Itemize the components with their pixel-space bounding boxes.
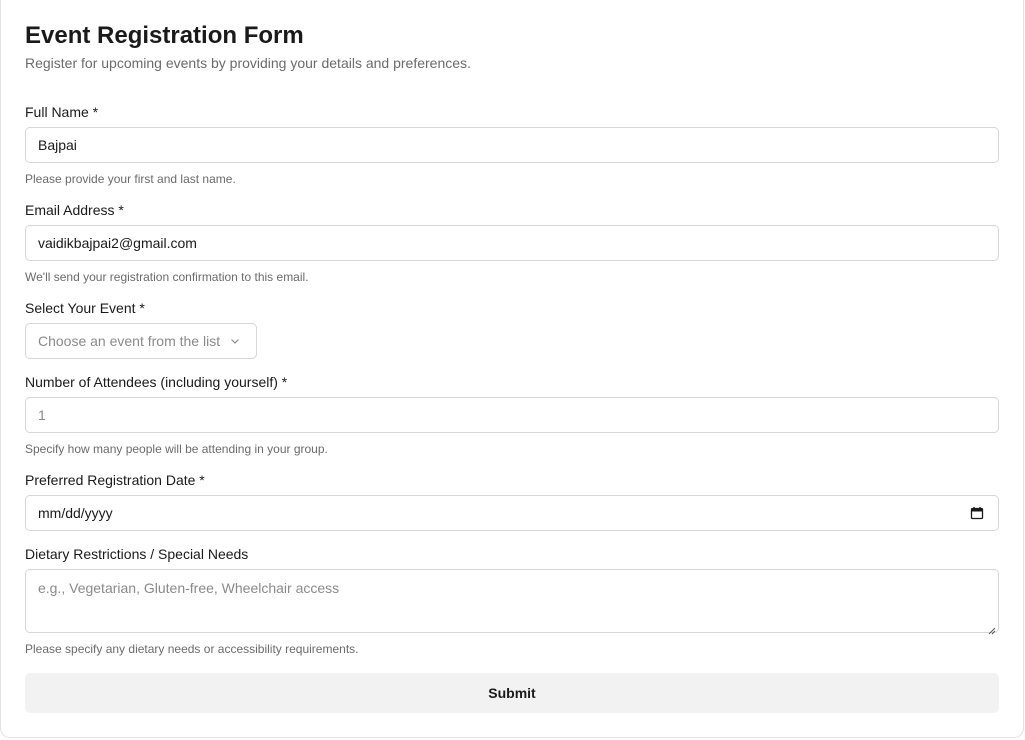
full-name-input[interactable]: Bajpai — [25, 127, 999, 163]
full-name-help: Please provide your first and last name. — [25, 172, 236, 186]
page-subtitle: Register for upcoming events by providin… — [25, 55, 471, 71]
event-select-placeholder: Choose an event from the list — [38, 333, 221, 349]
email-label: Email Address * — [25, 202, 124, 218]
date-label: Preferred Registration Date * — [25, 472, 205, 488]
attendees-label: Number of Attendees (including yourself)… — [25, 374, 288, 390]
attendees-help: Specify how many people will be attendin… — [25, 442, 328, 456]
dietary-help: Please specify any dietary needs or acce… — [25, 642, 359, 656]
email-help: We'll send your registration confirmatio… — [25, 270, 309, 284]
chevron-down-icon — [229, 335, 241, 347]
dietary-textarea[interactable]: e.g., Vegetarian, Gluten-free, Wheelchai… — [25, 569, 999, 635]
dietary-label: Dietary Restrictions / Special Needs — [25, 546, 249, 562]
submit-button[interactable]: Submit — [25, 673, 999, 713]
date-input[interactable]: mm/dd/yyyy — [25, 495, 999, 531]
calendar-icon[interactable] — [970, 506, 984, 520]
dietary-placeholder: e.g., Vegetarian, Gluten-free, Wheelchai… — [38, 580, 340, 596]
page-title: Event Registration Form — [25, 22, 304, 49]
date-value: mm/dd/yyyy — [38, 505, 113, 521]
attendees-placeholder: 1 — [38, 407, 46, 423]
attendees-input[interactable]: 1 — [25, 397, 999, 433]
event-select[interactable]: Choose an event from the list — [25, 323, 257, 359]
event-label: Select Your Event * — [25, 300, 145, 316]
email-input[interactable]: vaidikbajpai2@gmail.com — [25, 225, 999, 261]
full-name-label: Full Name * — [25, 104, 99, 120]
full-name-value: Bajpai — [38, 137, 77, 153]
email-value: vaidikbajpai2@gmail.com — [38, 235, 197, 251]
resize-handle-icon[interactable] — [988, 622, 996, 635]
